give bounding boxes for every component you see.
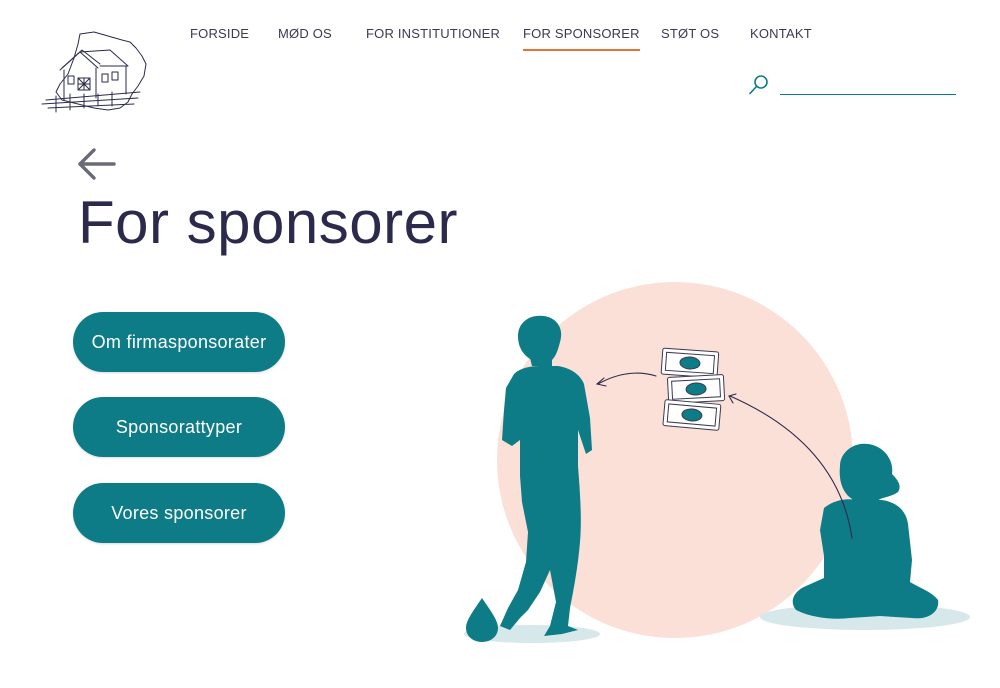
nav-stot-os[interactable]: STØT OS: [661, 26, 719, 41]
search-icon[interactable]: [748, 74, 770, 96]
money-bills: [660, 347, 726, 431]
drop-shape: [466, 598, 498, 642]
search-input[interactable]: [780, 74, 956, 95]
vores-sponsorer-button[interactable]: Vores sponsorer: [73, 483, 285, 543]
nav-for-sponsorer[interactable]: FOR SPONSORER: [523, 26, 640, 51]
om-firmasponsorater-button[interactable]: Om firmasponsorater: [73, 312, 285, 372]
nav-forside[interactable]: FORSIDE: [190, 26, 249, 41]
page-title: For sponsorer: [78, 189, 458, 256]
nav-for-institutioner[interactable]: FOR INSTITUTIONER: [366, 26, 500, 41]
nav-mod-os[interactable]: MØD OS: [278, 26, 332, 41]
sponsor-illustration: [464, 282, 970, 643]
back-arrow-icon[interactable]: [76, 146, 118, 182]
nav-kontakt[interactable]: KONTAKT: [750, 26, 812, 41]
main-nav: FORSIDE MØD OS FOR INSTITUTIONER FOR SPO…: [0, 26, 1000, 51]
sponsorattyper-button[interactable]: Sponsorattyper: [73, 397, 285, 457]
